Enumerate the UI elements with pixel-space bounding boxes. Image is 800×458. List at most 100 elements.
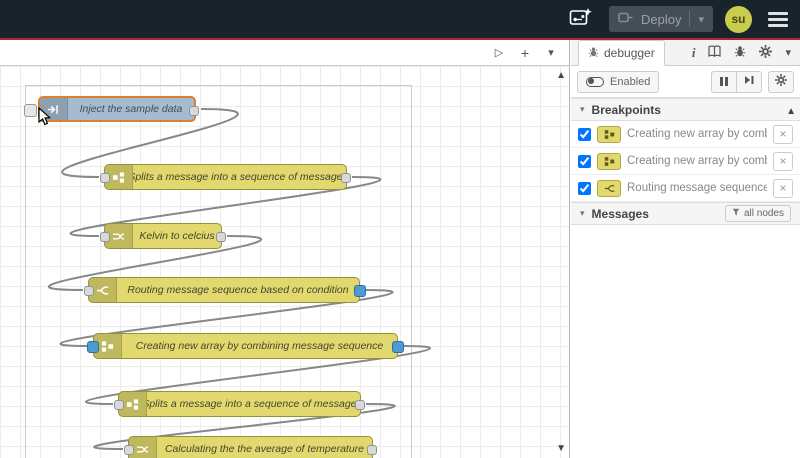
sidebar-tab-bar: debugger i ▾ bbox=[571, 40, 800, 66]
node-input-port[interactable] bbox=[87, 341, 99, 353]
node-input-port[interactable] bbox=[114, 400, 124, 410]
node-label: Creating new array by combining message … bbox=[135, 340, 384, 352]
debugger-toolbar-right bbox=[711, 70, 794, 93]
header-actions: Deploy ▾ su bbox=[565, 0, 792, 38]
flow-node-average-1[interactable]: Calculating the the average of temperatu… bbox=[124, 436, 377, 458]
node-type-join-icon bbox=[597, 152, 621, 170]
node-output-port[interactable] bbox=[216, 232, 226, 242]
messages-section-header[interactable]: ▾ Messages all nodes bbox=[571, 202, 800, 225]
node-label: Inject the sample data bbox=[79, 103, 183, 115]
debugger-tab-icon bbox=[588, 46, 599, 60]
node-type-join-icon bbox=[597, 125, 621, 143]
info-icon: i bbox=[691, 44, 696, 60]
node-label: Kelvin to celcius bbox=[139, 230, 215, 242]
flow-tab-bar: ▷ + ▾ bbox=[0, 40, 569, 66]
breakpoints-section-header[interactable]: ▾ Breakpoints bbox=[571, 98, 800, 121]
chevron-down-icon: ▾ bbox=[580, 104, 585, 114]
breakpoint-row: Routing message sequence based on condit… bbox=[571, 175, 800, 202]
breakpoint-row: Creating new array by combining message … bbox=[571, 148, 800, 175]
flow-node-inject[interactable]: Inject the sample data bbox=[24, 96, 199, 122]
inject-trigger-button[interactable] bbox=[24, 104, 37, 117]
flow-node-split-2[interactable]: Splits a message into a sequence of mess… bbox=[114, 391, 365, 417]
node-red-app: Deploy ▾ su ▷ + ▾ ▲ ▼ Inject the sample … bbox=[0, 0, 800, 458]
book-icon bbox=[708, 45, 722, 60]
step-icon bbox=[744, 75, 754, 88]
chevron-down-icon: ▾ bbox=[580, 208, 585, 218]
flow-node-join-1[interactable]: Creating new array by combining message … bbox=[87, 333, 404, 359]
messages-title: Messages bbox=[591, 206, 649, 221]
help-tab-button[interactable] bbox=[708, 45, 722, 60]
breakpoint-row: Creating new array by combining message … bbox=[571, 121, 800, 148]
filter-label: all nodes bbox=[743, 208, 784, 219]
breakpoint-enabled-checkbox[interactable] bbox=[578, 154, 591, 168]
message-filter-button[interactable]: all nodes bbox=[724, 205, 791, 222]
bug-icon bbox=[734, 45, 746, 60]
flow-canvas-region: ▷ + ▾ ▲ ▼ Inject the sample data Splits a… bbox=[0, 40, 570, 458]
info-tab-button[interactable]: i bbox=[692, 45, 696, 61]
sidebar-scroll-up-arrow[interactable]: ▲ bbox=[786, 106, 796, 117]
tab-scroll-right-button[interactable]: ▷ bbox=[489, 43, 509, 63]
gear-icon bbox=[775, 74, 787, 89]
node-output-port[interactable] bbox=[355, 400, 365, 410]
toggle-icon bbox=[586, 76, 604, 87]
canvas-scroll-down-arrow[interactable]: ▼ bbox=[556, 443, 566, 454]
mouse-cursor bbox=[38, 107, 52, 126]
remove-breakpoint-button[interactable]: × bbox=[773, 124, 793, 144]
deploy-icon bbox=[618, 11, 633, 27]
flow-list-caret-button[interactable]: ▾ bbox=[541, 43, 561, 63]
header: Deploy ▾ su bbox=[0, 0, 800, 40]
debugger-toolbar: Enabled bbox=[571, 66, 800, 98]
node-input-port[interactable] bbox=[100, 173, 110, 183]
node-input-port[interactable] bbox=[100, 232, 110, 242]
pause-icon bbox=[720, 77, 728, 86]
config-nodes-tab-button[interactable] bbox=[759, 44, 773, 61]
node-output-port[interactable] bbox=[392, 341, 404, 353]
step-button[interactable] bbox=[736, 70, 762, 93]
remove-breakpoint-button[interactable]: × bbox=[773, 151, 793, 171]
gear-icon bbox=[759, 44, 773, 61]
filter-funnel-icon bbox=[732, 208, 740, 219]
flow-node-switch-1[interactable]: Routing message sequence based on condit… bbox=[84, 277, 366, 303]
node-output-port[interactable] bbox=[189, 106, 199, 116]
node-label: Calculating the the average of temperatu… bbox=[164, 443, 365, 455]
node-type-switch-icon bbox=[597, 179, 621, 197]
debugger-tab-label: debugger bbox=[604, 46, 655, 60]
flow-assistant-button[interactable] bbox=[565, 5, 597, 33]
node-output-port[interactable] bbox=[341, 173, 351, 183]
sidebar-menu-caret-button[interactable]: ▾ bbox=[785, 46, 791, 59]
main-menu-button[interactable] bbox=[764, 8, 792, 31]
breakpoint-enabled-checkbox[interactable] bbox=[578, 181, 591, 195]
flow-node-change-1[interactable]: Kelvin to celcius bbox=[100, 223, 226, 249]
breakpoint-label: Creating new array by combining message … bbox=[627, 128, 767, 140]
tab-debugger[interactable]: debugger bbox=[578, 40, 665, 66]
flow-node-split-1[interactable]: Splits a message into a sequence of mess… bbox=[100, 164, 351, 190]
node-label: Splits a message into a sequence of mess… bbox=[133, 171, 346, 183]
node-label: Splits a message into a sequence of mess… bbox=[147, 398, 360, 410]
node-label: Routing message sequence based on condit… bbox=[127, 284, 349, 296]
breakpoints-title: Breakpoints bbox=[591, 102, 661, 117]
breakpoint-label: Creating new array by combining message … bbox=[627, 155, 767, 167]
pause-button[interactable] bbox=[711, 70, 737, 93]
flow-workspace[interactable]: ▲ ▼ Inject the sample data Splits a messa… bbox=[0, 66, 569, 458]
deploy-options-caret[interactable]: ▾ bbox=[698, 13, 704, 26]
sidebar-tab-icons: i ▾ bbox=[692, 40, 800, 65]
sidebar: debugger i ▾ Enabled ▲ ▾ Breakpoints Cre… bbox=[571, 40, 800, 458]
remove-breakpoint-button[interactable]: × bbox=[773, 178, 793, 198]
deploy-label: Deploy bbox=[641, 11, 682, 27]
breakpoint-label: Routing message sequence based on condit… bbox=[627, 182, 767, 194]
node-input-port[interactable] bbox=[124, 445, 134, 455]
breakpoint-enabled-checkbox[interactable] bbox=[578, 127, 591, 141]
deploy-button[interactable]: Deploy ▾ bbox=[609, 6, 713, 32]
enabled-label: Enabled bbox=[610, 75, 651, 88]
debug-messages-tab-button[interactable] bbox=[734, 45, 746, 60]
node-output-port[interactable] bbox=[354, 285, 366, 297]
canvas-scroll-up-arrow[interactable]: ▲ bbox=[556, 70, 566, 81]
breakpoints-list: Creating new array by combining message … bbox=[571, 121, 800, 202]
user-avatar[interactable]: su bbox=[725, 5, 752, 33]
debugger-enabled-toggle[interactable]: Enabled bbox=[577, 70, 660, 93]
node-output-port[interactable] bbox=[367, 445, 377, 455]
node-input-port[interactable] bbox=[84, 286, 94, 296]
add-flow-button[interactable]: + bbox=[515, 43, 535, 63]
debugger-settings-button[interactable] bbox=[768, 70, 794, 93]
sparkle-node-icon bbox=[569, 7, 593, 31]
